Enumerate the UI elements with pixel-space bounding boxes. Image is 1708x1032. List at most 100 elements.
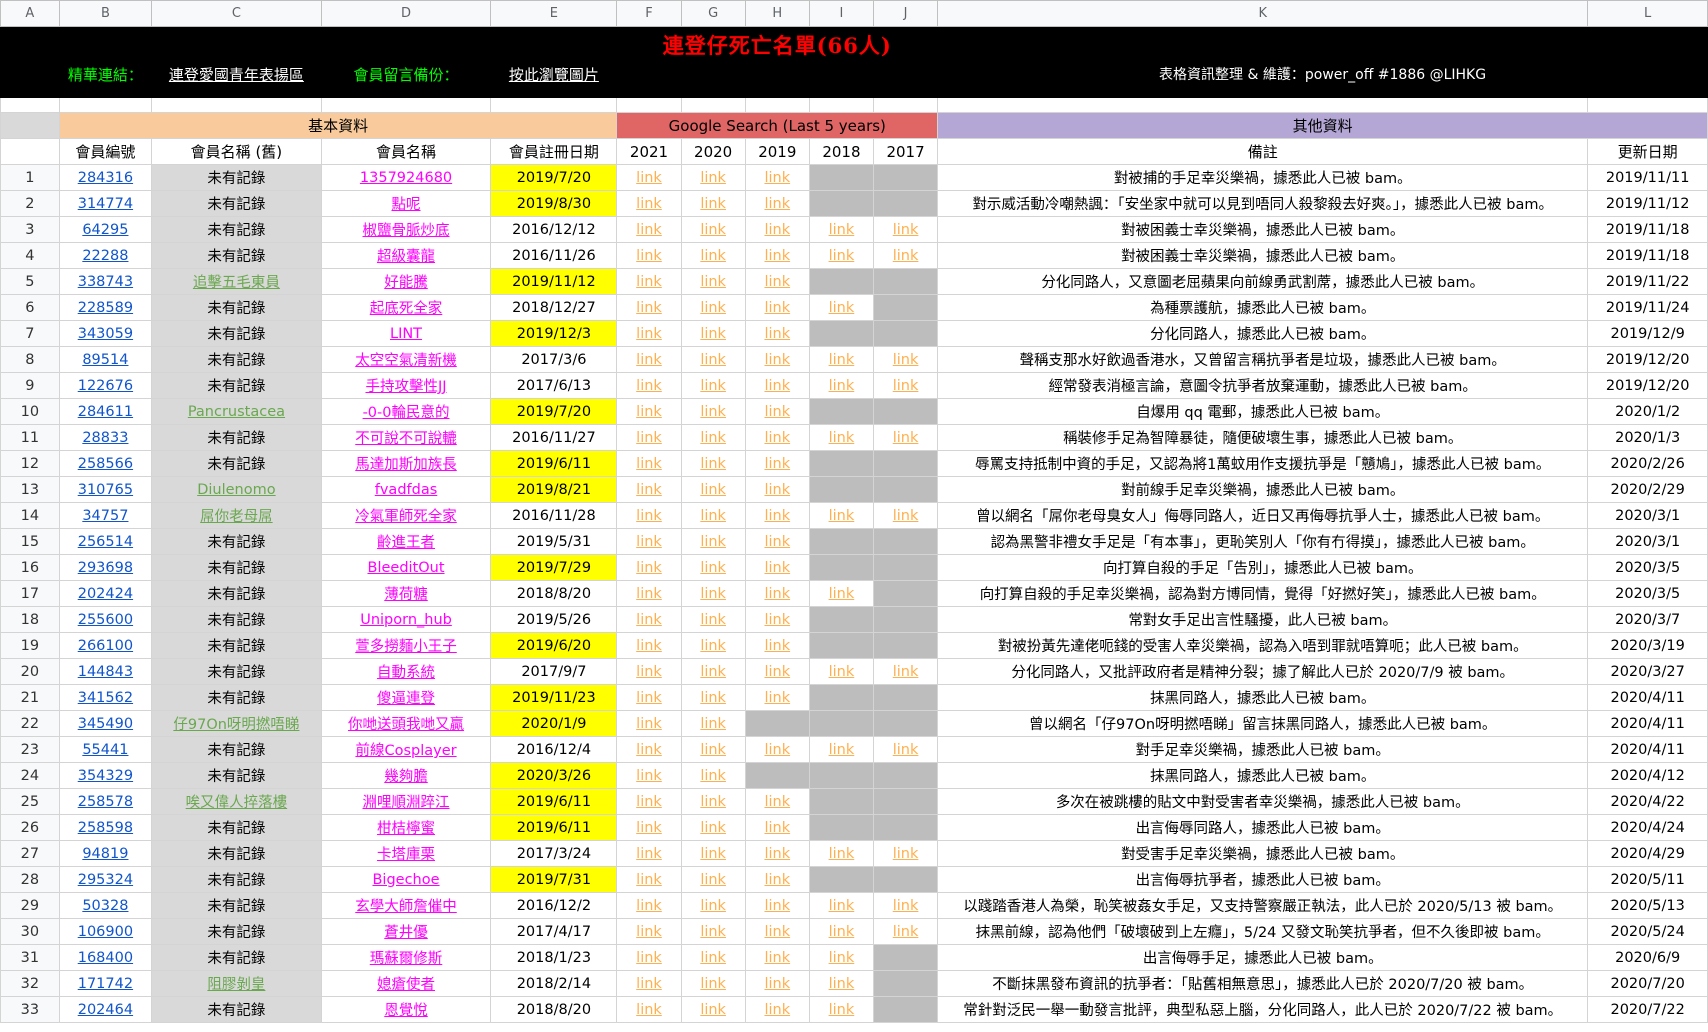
search-link-2020[interactable]: link bbox=[700, 248, 726, 264]
search-link-2021[interactable]: link bbox=[636, 924, 662, 940]
member-id-link[interactable]: 295324 bbox=[78, 872, 133, 888]
search-link-2021[interactable]: link bbox=[636, 716, 662, 732]
member-name-link[interactable]: LINT bbox=[390, 326, 422, 342]
column-header-i[interactable]: I bbox=[808, 0, 875, 27]
row-number[interactable]: 4 bbox=[0, 242, 60, 269]
member-name-link[interactable]: 椒鹽骨脈炒底 bbox=[363, 223, 450, 239]
member-id-link[interactable]: 202424 bbox=[78, 586, 133, 602]
search-link-2018[interactable]: link bbox=[829, 950, 855, 966]
member-id-link[interactable]: 22288 bbox=[82, 248, 128, 264]
member-id-link[interactable]: 284316 bbox=[78, 170, 133, 186]
search-link-2021[interactable]: link bbox=[636, 170, 662, 186]
row-number[interactable]: 6 bbox=[0, 294, 60, 321]
search-link-2020[interactable]: link bbox=[700, 976, 726, 992]
search-link-2020[interactable]: link bbox=[700, 430, 726, 446]
row-number[interactable]: 13 bbox=[0, 476, 60, 503]
search-link-2020[interactable]: link bbox=[700, 222, 726, 238]
member-name-link[interactable]: 馬達加斯加族長 bbox=[355, 457, 457, 473]
search-link-2019[interactable]: link bbox=[764, 846, 790, 862]
search-link-2021[interactable]: link bbox=[636, 560, 662, 576]
search-link-2018[interactable]: link bbox=[829, 742, 855, 758]
search-link-2021[interactable]: link bbox=[636, 456, 662, 472]
member-name-link[interactable]: Bigechoe bbox=[372, 872, 439, 888]
search-link-2018[interactable]: link bbox=[829, 924, 855, 940]
search-link-2021[interactable]: link bbox=[636, 742, 662, 758]
member-id-link[interactable]: 341562 bbox=[78, 690, 133, 706]
search-link-2019[interactable]: link bbox=[764, 170, 790, 186]
search-link-2019[interactable]: link bbox=[764, 196, 790, 212]
column-header-h[interactable]: H bbox=[744, 0, 810, 27]
column-header-f[interactable]: F bbox=[616, 0, 682, 27]
search-link-2019[interactable]: link bbox=[764, 898, 790, 914]
search-link-2019[interactable]: link bbox=[764, 586, 790, 602]
search-link-2019[interactable]: link bbox=[764, 274, 790, 290]
search-link-2019[interactable]: link bbox=[764, 222, 790, 238]
search-link-2018[interactable]: link bbox=[829, 898, 855, 914]
search-link-2017[interactable]: link bbox=[893, 222, 919, 238]
search-link-2021[interactable]: link bbox=[636, 872, 662, 888]
search-link-2019[interactable]: link bbox=[764, 924, 790, 940]
search-link-2017[interactable]: link bbox=[893, 352, 919, 368]
member-id-link[interactable]: 293698 bbox=[78, 560, 133, 576]
member-id-link[interactable]: 258598 bbox=[78, 820, 133, 836]
search-link-2019[interactable]: link bbox=[764, 612, 790, 628]
search-link-2019[interactable]: link bbox=[764, 560, 790, 576]
search-link-2020[interactable]: link bbox=[700, 742, 726, 758]
row-number[interactable]: 25 bbox=[0, 788, 60, 815]
row-number[interactable]: 15 bbox=[0, 528, 60, 555]
search-link-2020[interactable]: link bbox=[700, 924, 726, 940]
search-link-2021[interactable]: link bbox=[636, 768, 662, 784]
search-link-2021[interactable]: link bbox=[636, 586, 662, 602]
search-link-2021[interactable]: link bbox=[636, 430, 662, 446]
member-id-link[interactable]: 34757 bbox=[82, 508, 128, 524]
highlight-link[interactable]: 連登愛國青年表揚區 bbox=[169, 66, 304, 84]
search-link-2021[interactable]: link bbox=[636, 846, 662, 862]
member-id-link[interactable]: 343059 bbox=[78, 326, 133, 342]
search-link-2020[interactable]: link bbox=[700, 638, 726, 654]
row-number[interactable]: 16 bbox=[0, 554, 60, 581]
row-number[interactable]: 8 bbox=[0, 346, 60, 373]
member-name-link[interactable]: BleeditOut bbox=[368, 560, 445, 576]
search-link-2021[interactable]: link bbox=[636, 976, 662, 992]
member-name-link[interactable]: 點呢 bbox=[392, 197, 421, 213]
row-number[interactable]: 2 bbox=[0, 190, 60, 217]
member-id-link[interactable]: 314774 bbox=[78, 196, 133, 212]
old-name-link[interactable]: 阻膠剝皇 bbox=[207, 977, 265, 993]
member-id-link[interactable]: 94819 bbox=[82, 846, 128, 862]
search-link-2021[interactable]: link bbox=[636, 404, 662, 420]
search-link-2021[interactable]: link bbox=[636, 274, 662, 290]
search-link-2019[interactable]: link bbox=[764, 482, 790, 498]
search-link-2020[interactable]: link bbox=[700, 846, 726, 862]
search-link-2017[interactable]: link bbox=[893, 664, 919, 680]
search-link-2019[interactable]: link bbox=[764, 326, 790, 342]
search-link-2019[interactable]: link bbox=[764, 690, 790, 706]
search-link-2019[interactable]: link bbox=[764, 742, 790, 758]
row-number[interactable]: 20 bbox=[0, 658, 60, 685]
member-name-link[interactable]: 齡進王者 bbox=[377, 535, 435, 551]
search-link-2021[interactable]: link bbox=[636, 378, 662, 394]
member-name-link[interactable]: Uniporn_hub bbox=[360, 612, 452, 628]
search-link-2020[interactable]: link bbox=[700, 690, 726, 706]
row-number[interactable]: 29 bbox=[0, 892, 60, 919]
row-number[interactable]: 21 bbox=[0, 684, 60, 711]
search-link-2017[interactable]: link bbox=[893, 248, 919, 264]
member-id-link[interactable]: 168400 bbox=[78, 950, 133, 966]
search-link-2020[interactable]: link bbox=[700, 1002, 726, 1018]
search-link-2018[interactable]: link bbox=[829, 508, 855, 524]
member-name-link[interactable]: 恩覺悅 bbox=[384, 1003, 428, 1019]
search-link-2018[interactable]: link bbox=[829, 976, 855, 992]
search-link-2018[interactable]: link bbox=[829, 586, 855, 602]
old-name-link[interactable]: Pancrustacea bbox=[188, 404, 285, 420]
member-id-link[interactable]: 345490 bbox=[78, 716, 133, 732]
member-name-link[interactable]: 薄荷糖 bbox=[384, 587, 428, 603]
member-id-link[interactable]: 228589 bbox=[78, 300, 133, 316]
search-link-2020[interactable]: link bbox=[700, 300, 726, 316]
column-header-g[interactable]: G bbox=[680, 0, 746, 27]
search-link-2020[interactable]: link bbox=[700, 612, 726, 628]
search-link-2019[interactable]: link bbox=[764, 820, 790, 836]
search-link-2019[interactable]: link bbox=[764, 638, 790, 654]
search-link-2021[interactable]: link bbox=[636, 1002, 662, 1018]
search-link-2019[interactable]: link bbox=[764, 534, 790, 550]
search-link-2017[interactable]: link bbox=[893, 430, 919, 446]
member-name-link[interactable]: 卡塔庫栗 bbox=[377, 847, 435, 863]
